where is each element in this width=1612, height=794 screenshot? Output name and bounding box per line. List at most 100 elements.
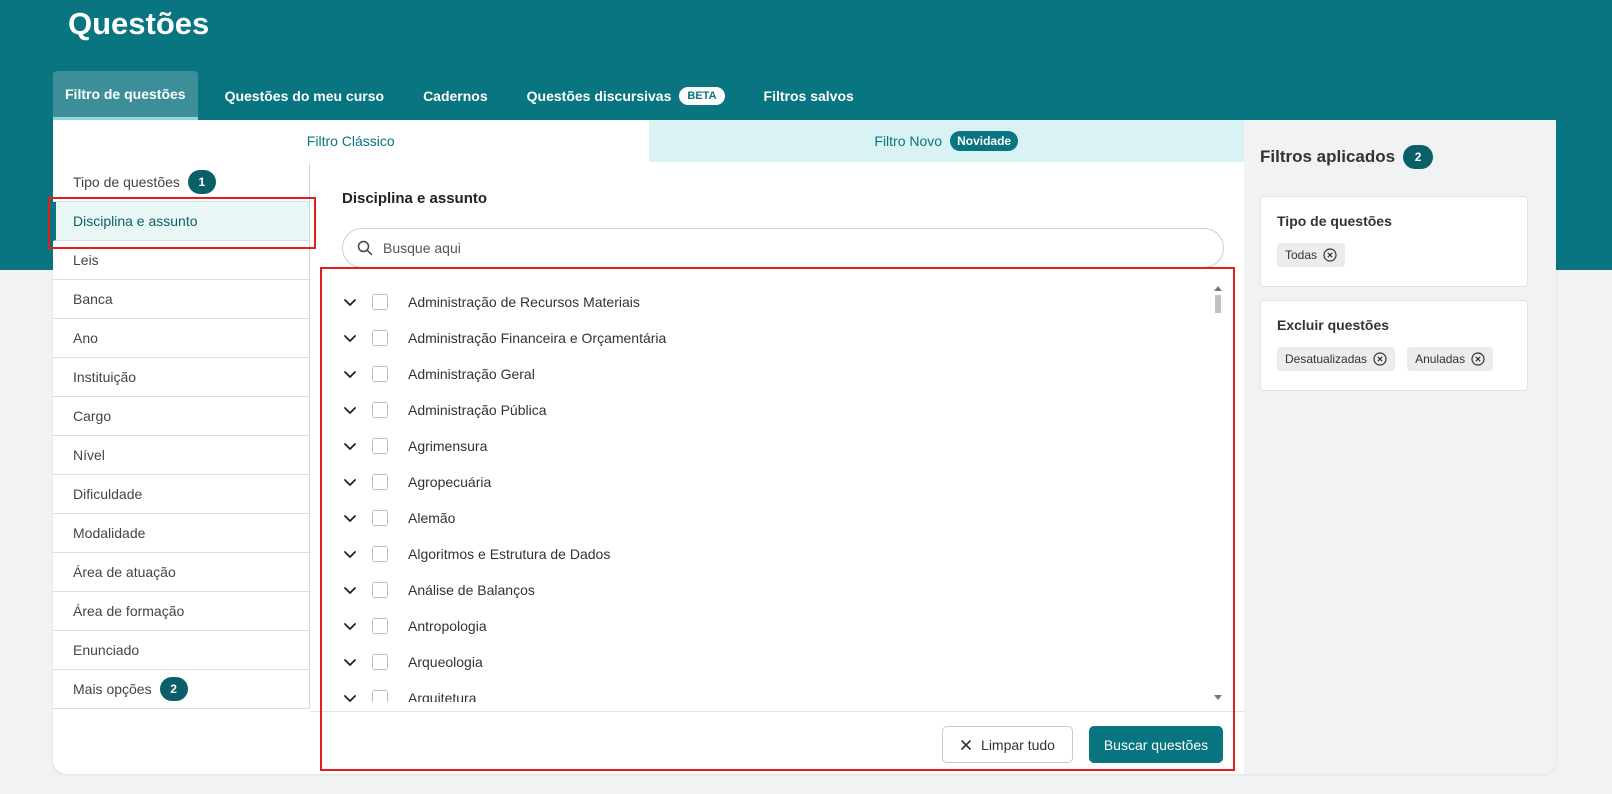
applied-filters-title: Filtros aplicados xyxy=(1260,147,1396,166)
subject-row[interactable]: Algoritmos e Estrutura de Dados xyxy=(330,536,1215,572)
subject-row[interactable]: Antropologia xyxy=(330,608,1215,644)
subject-label: Análise de Balanços xyxy=(408,582,535,598)
chip-label: Anuladas xyxy=(1415,352,1466,366)
subject-checkbox[interactable] xyxy=(372,294,388,310)
close-icon xyxy=(961,739,971,750)
sidebar-item-mais-opcoes[interactable]: Mais opções 2 xyxy=(53,670,309,709)
chevron-down-icon[interactable] xyxy=(342,402,358,418)
scroll-down-arrow-icon[interactable] xyxy=(1214,695,1222,701)
tab-filtro-classico[interactable]: Filtro Clássico xyxy=(53,120,649,162)
filter-mode-tabs: Filtro Clássico Filtro Novo Novidade xyxy=(53,120,1244,162)
chip-label: Desatualizadas xyxy=(1285,352,1368,366)
applied-group-tipo: Tipo de questões Todas xyxy=(1260,196,1528,287)
search-field[interactable] xyxy=(342,228,1224,268)
remove-circle-icon[interactable] xyxy=(1471,352,1485,366)
subject-checkbox[interactable] xyxy=(372,546,388,562)
subject-checkbox[interactable] xyxy=(372,402,388,418)
subject-label: Arquitetura xyxy=(408,690,477,702)
subject-row[interactable]: Administração Financeira e Orçamentária xyxy=(330,320,1215,356)
subject-label: Administração Financeira e Orçamentária xyxy=(408,330,667,346)
search-questions-button[interactable]: Buscar questões xyxy=(1089,726,1223,763)
sidebar-item-label: Área de formação xyxy=(73,603,185,619)
subject-checkbox[interactable] xyxy=(372,510,388,526)
sidebar-item-disciplina-e-assunto[interactable]: Disciplina e assunto xyxy=(53,202,309,241)
subject-row[interactable]: Arquitetura xyxy=(330,680,1215,702)
subject-row[interactable]: Agropecuária xyxy=(330,464,1215,500)
subject-checkbox[interactable] xyxy=(372,366,388,382)
footer-divider xyxy=(310,711,1244,712)
tab-label: Filtro Clássico xyxy=(306,133,395,149)
subject-checkbox[interactable] xyxy=(372,474,388,490)
sidebar-item-label: Cargo xyxy=(73,408,112,424)
subject-label: Arqueologia xyxy=(408,654,483,670)
list-scrollbar[interactable] xyxy=(1213,285,1223,703)
tab-questoes-discursivas[interactable]: Questões discursivas BETA xyxy=(515,71,737,120)
scroll-thumb[interactable] xyxy=(1215,295,1221,313)
chevron-down-icon[interactable] xyxy=(342,582,358,598)
subject-checkbox[interactable] xyxy=(372,690,388,702)
subject-list: Administração de Recursos Materiais Admin… xyxy=(330,284,1215,702)
tab-filtro-de-questoes[interactable]: Filtro de questões xyxy=(53,71,198,120)
subject-row[interactable]: Arqueologia xyxy=(330,644,1215,680)
tab-label: Questões discursivas xyxy=(526,87,672,104)
subject-checkbox[interactable] xyxy=(372,618,388,634)
sidebar-item-ano[interactable]: Ano xyxy=(53,319,309,358)
sidebar-item-dificuldade[interactable]: Dificuldade xyxy=(53,475,309,514)
sidebar-item-label: Ano xyxy=(73,330,98,346)
filter-categories-sidebar: Tipo de questões 1 Disciplina e assunto L… xyxy=(53,163,310,709)
tab-cadernos[interactable]: Cadernos xyxy=(411,71,500,120)
subject-row[interactable]: Administração Pública xyxy=(330,392,1215,428)
chevron-down-icon[interactable] xyxy=(342,330,358,346)
filter-chip: Desatualizadas xyxy=(1277,347,1396,371)
remove-circle-icon[interactable] xyxy=(1373,352,1387,366)
chevron-down-icon[interactable] xyxy=(342,510,358,526)
subject-checkbox[interactable] xyxy=(372,582,388,598)
sidebar-item-label: Leis xyxy=(73,252,99,268)
subject-label: Algoritmos e Estrutura de Dados xyxy=(408,546,611,562)
button-label: Limpar tudo xyxy=(981,736,1055,753)
subject-row[interactable]: Administração Geral xyxy=(330,356,1215,392)
filter-chip: Todas xyxy=(1277,243,1346,267)
sidebar-item-tipo-de-questoes[interactable]: Tipo de questões 1 xyxy=(53,163,309,202)
tab-filtro-novo[interactable]: Filtro Novo Novidade xyxy=(648,120,1244,162)
remove-circle-icon[interactable] xyxy=(1323,248,1337,262)
applied-filters-heading: Filtros aplicados 2 xyxy=(1260,145,1434,169)
tab-filtros-salvos[interactable]: Filtros salvos xyxy=(752,71,866,120)
sidebar-item-label: Modalidade xyxy=(73,525,146,541)
subject-checkbox[interactable] xyxy=(372,438,388,454)
chevron-down-icon[interactable] xyxy=(342,474,358,490)
sidebar-item-nivel[interactable]: Nível xyxy=(53,436,309,475)
sidebar-item-enunciado[interactable]: Enunciado xyxy=(53,631,309,670)
tab-label: Cadernos xyxy=(423,87,488,104)
sidebar-item-label: Tipo de questões xyxy=(73,174,180,190)
sidebar-item-label: Instituição xyxy=(73,369,137,385)
sidebar-item-leis[interactable]: Leis xyxy=(53,241,309,280)
sidebar-item-label: Enunciado xyxy=(73,642,140,658)
chevron-down-icon[interactable] xyxy=(342,438,358,454)
subject-row[interactable]: Administração de Recursos Materiais xyxy=(330,284,1215,320)
applied-group-title: Excluir questões xyxy=(1277,317,1390,333)
subject-row[interactable]: Análise de Balanços xyxy=(330,572,1215,608)
subject-row[interactable]: Agrimensura xyxy=(330,428,1215,464)
subject-label: Administração Pública xyxy=(408,402,547,418)
sidebar-item-banca[interactable]: Banca xyxy=(53,280,309,319)
tab-questoes-do-meu-curso[interactable]: Questões do meu curso xyxy=(213,71,396,120)
chevron-down-icon[interactable] xyxy=(342,690,358,702)
chevron-down-icon[interactable] xyxy=(342,618,358,634)
chevron-down-icon[interactable] xyxy=(342,654,358,670)
subject-checkbox[interactable] xyxy=(372,330,388,346)
sidebar-item-cargo[interactable]: Cargo xyxy=(53,397,309,436)
chevron-down-icon[interactable] xyxy=(342,546,358,562)
subject-checkbox[interactable] xyxy=(372,654,388,670)
sidebar-item-modalidade[interactable]: Modalidade xyxy=(53,514,309,553)
subject-row[interactable]: Alemão xyxy=(330,500,1215,536)
scroll-up-arrow-icon[interactable] xyxy=(1214,285,1222,291)
clear-all-button[interactable]: Limpar tudo xyxy=(942,726,1073,763)
sidebar-item-instituicao[interactable]: Instituição xyxy=(53,358,309,397)
beta-badge: BETA xyxy=(679,86,725,105)
chevron-down-icon[interactable] xyxy=(342,294,358,310)
search-input[interactable] xyxy=(383,240,1183,256)
sidebar-item-area-de-atuacao[interactable]: Área de atuação xyxy=(53,553,309,592)
chevron-down-icon[interactable] xyxy=(342,366,358,382)
sidebar-item-area-de-formacao[interactable]: Área de formação xyxy=(53,592,309,631)
